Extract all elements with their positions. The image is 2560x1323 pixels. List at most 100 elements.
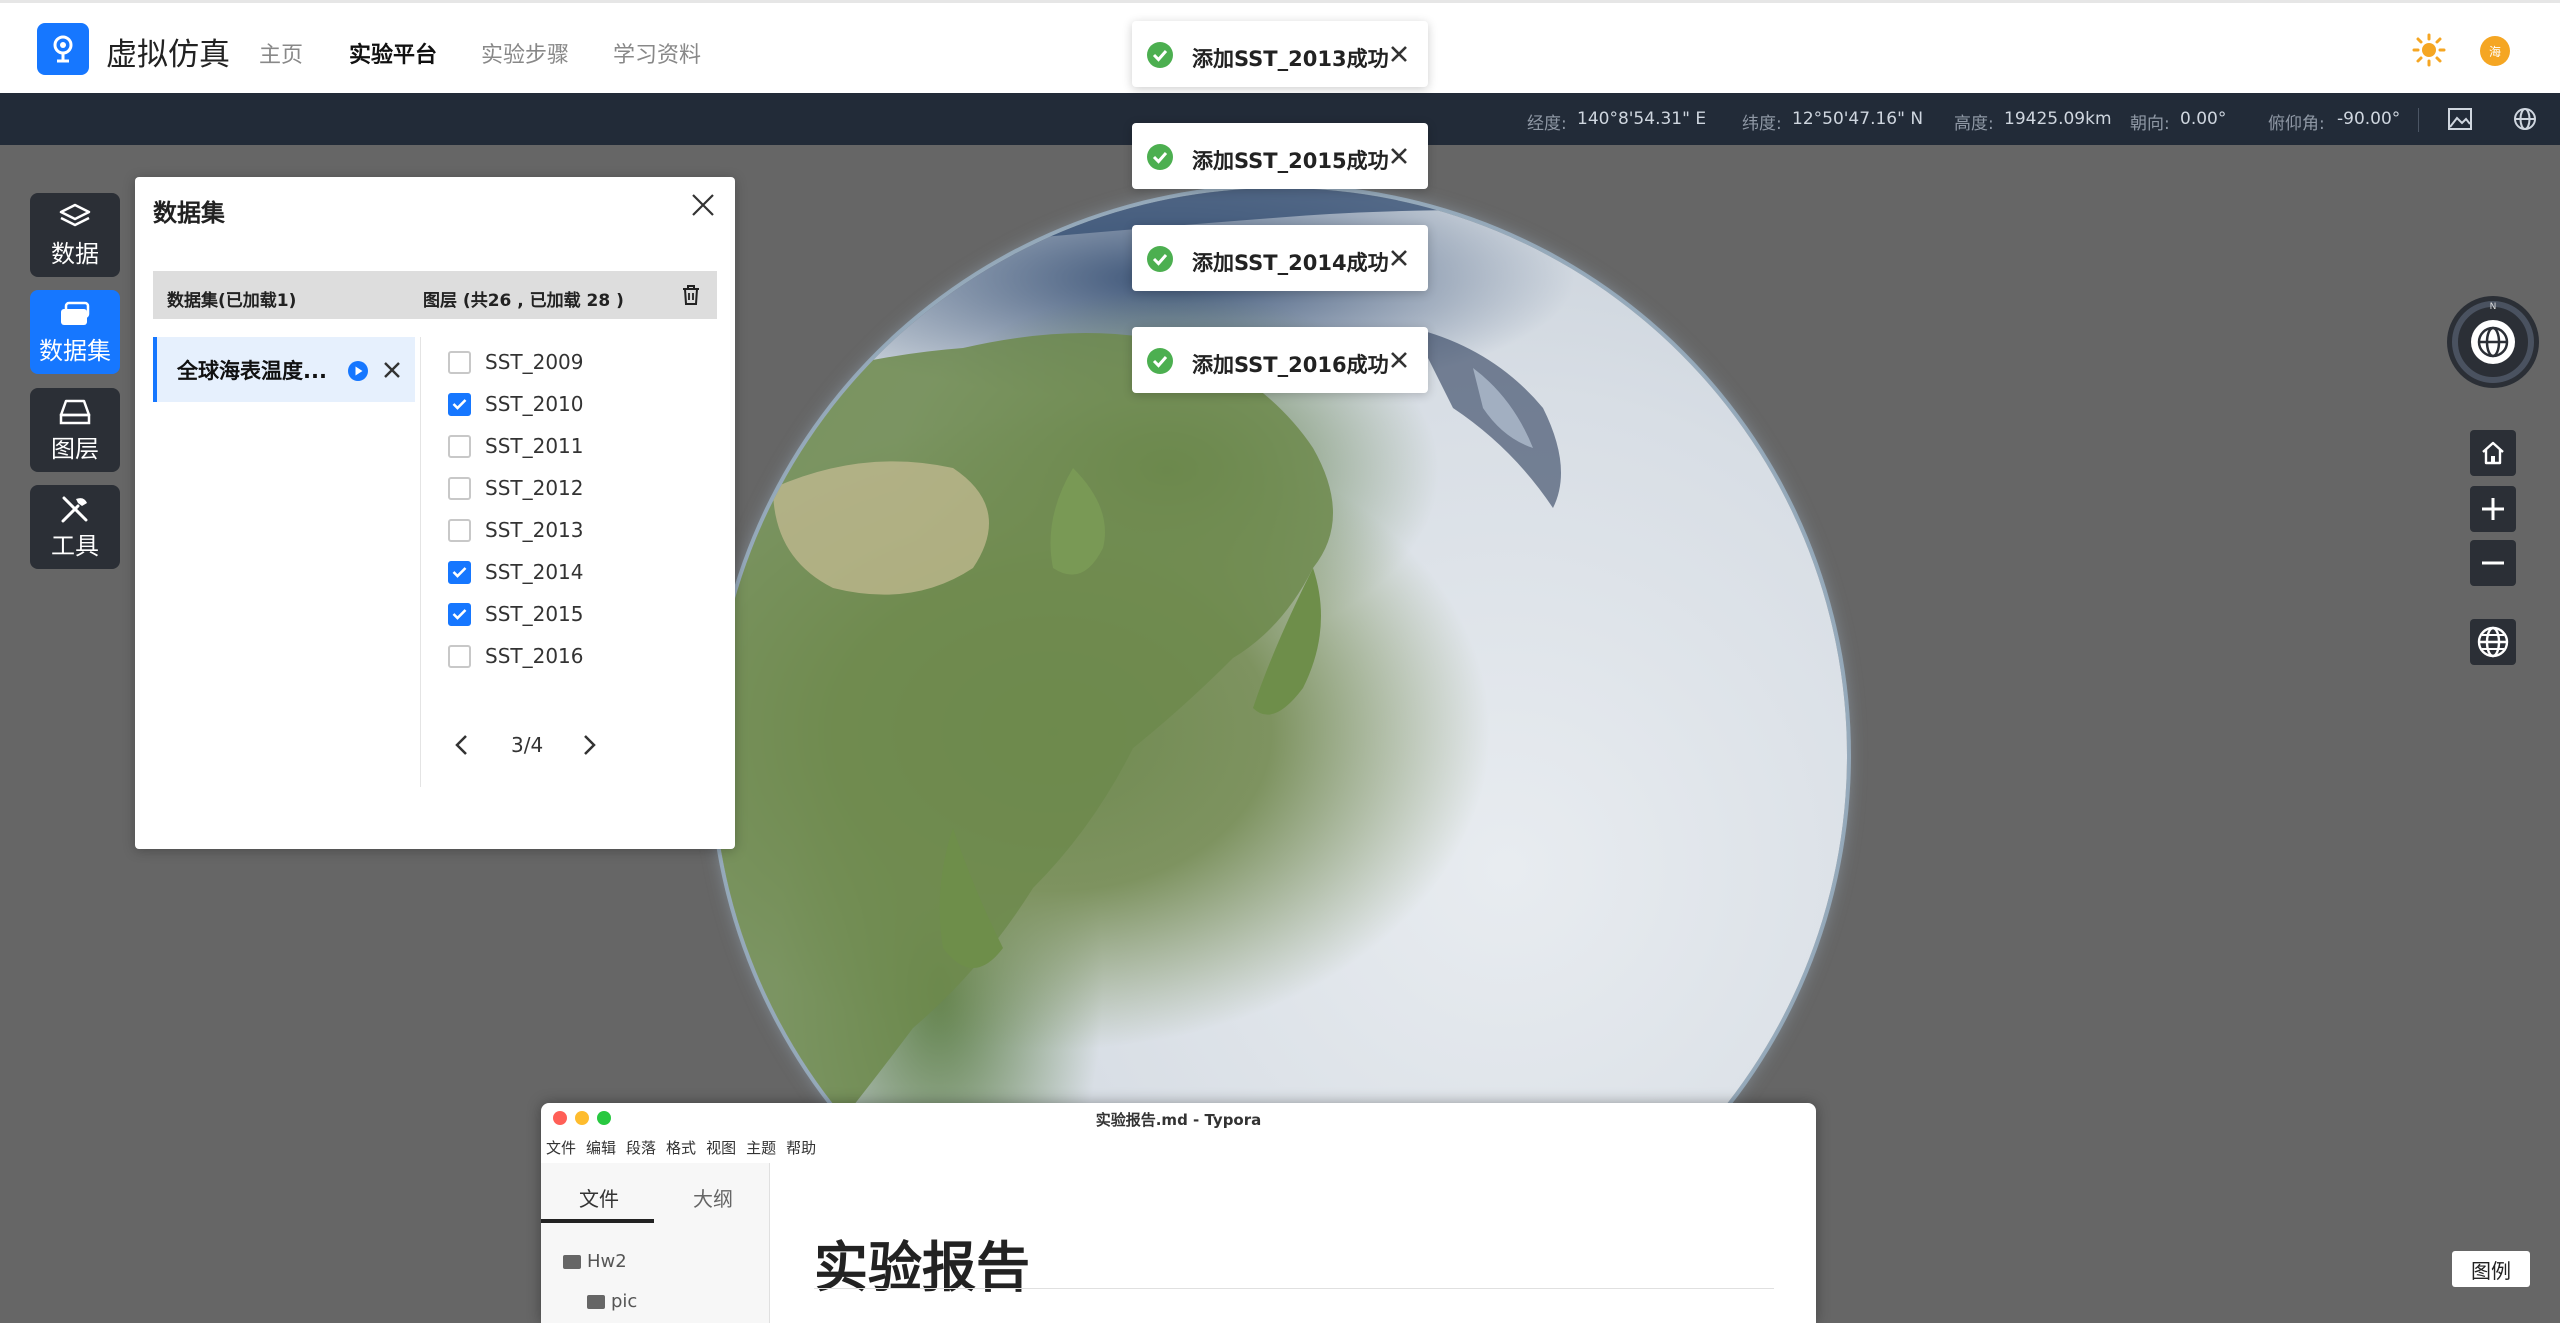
toolbar-data-button[interactable]: 数据	[30, 193, 120, 277]
close-icon[interactable]	[690, 192, 716, 218]
sun-icon[interactable]	[2412, 33, 2446, 67]
layer-label: SST_2010	[485, 392, 584, 416]
home-icon	[2482, 441, 2504, 465]
tree-folder-pic[interactable]: pic	[587, 1291, 637, 1312]
statusbar-divider	[2418, 108, 2419, 132]
check-icon	[452, 567, 467, 578]
nav-home[interactable]: 主页	[259, 37, 303, 69]
globe-mode-button[interactable]	[2470, 619, 2516, 665]
layer-label: SST_2009	[485, 350, 584, 374]
layer-item-sst-2013[interactable]: SST_2013	[448, 515, 584, 545]
nav-experiment-steps[interactable]: 实验步骤	[481, 37, 569, 69]
layer-tray-icon	[59, 399, 91, 424]
menu-edit[interactable]: 编辑	[586, 1137, 616, 1158]
layer-item-sst-2016[interactable]: SST_2016	[448, 641, 584, 671]
toast-message: 添加SST_2014成功	[1192, 251, 1389, 275]
layer-checkbox[interactable]	[448, 434, 471, 458]
layer-label: SST_2011	[485, 434, 584, 458]
layer-checkbox[interactable]	[448, 602, 471, 626]
image-icon[interactable]	[2447, 106, 2473, 132]
heading-value: 0.00°	[2180, 109, 2227, 129]
tree-folder-hw2[interactable]: Hw2	[563, 1251, 627, 1272]
active-tab-indicator	[541, 1219, 654, 1223]
check-icon	[452, 399, 467, 410]
home-view-button[interactable]	[2470, 430, 2516, 476]
height-value: 19425.09km	[2004, 109, 2112, 129]
document-heading[interactable]: 实验报告	[814, 1223, 1030, 1302]
layer-checkbox[interactable]	[448, 350, 471, 374]
layer-checkbox[interactable]	[448, 392, 471, 416]
layers-icon	[59, 203, 91, 226]
tree-folder-label: pic	[611, 1291, 638, 1312]
tab-files[interactable]: 文件	[579, 1183, 619, 1212]
compass-control[interactable]: N	[2447, 296, 2539, 388]
layer-label: SST_2015	[485, 602, 584, 626]
app-logo[interactable]	[37, 23, 89, 75]
menu-file[interactable]: 文件	[546, 1137, 576, 1158]
folder-icon	[563, 1254, 581, 1269]
globe-icon[interactable]	[2512, 106, 2538, 132]
menu-format[interactable]: 格式	[666, 1137, 696, 1158]
user-avatar[interactable]: 海	[2480, 36, 2510, 66]
dataset-list-item[interactable]: 全球海表温度...	[153, 337, 415, 402]
layer-label: SST_2012	[485, 476, 584, 500]
pager-indicator: 3/4	[511, 733, 544, 757]
height-label: 高度:	[1954, 114, 1994, 134]
remove-dataset-icon[interactable]	[381, 359, 403, 381]
layer-item-sst-2010[interactable]: SST_2010	[448, 389, 584, 419]
panel-header: 数据集(已加载1) 图层 (共26 , 已加载 28 )	[153, 271, 717, 319]
layer-item-sst-2014[interactable]: SST_2014	[448, 557, 584, 587]
close-icon[interactable]	[1388, 349, 1410, 371]
toolbar-layer-label: 图层	[51, 434, 99, 463]
menu-theme[interactable]: 主题	[746, 1137, 776, 1158]
layer-checkbox[interactable]	[448, 560, 471, 584]
close-icon[interactable]	[1388, 145, 1410, 167]
toolbar-tools-label: 工具	[51, 531, 99, 560]
toast-notification: 添加SST_2015成功	[1132, 123, 1428, 189]
chevron-right-icon[interactable]	[578, 732, 600, 758]
layer-item-sst-2011[interactable]: SST_2011	[448, 431, 584, 461]
success-check-icon	[1147, 246, 1173, 272]
toolbar-data-label: 数据	[51, 239, 99, 268]
toolbar-dataset-button[interactable]: 数据集	[30, 290, 120, 374]
toast-message: 添加SST_2015成功	[1192, 149, 1389, 173]
panel-title: 数据集	[153, 199, 225, 227]
dataset-icon	[61, 301, 90, 325]
nav-learning-materials[interactable]: 学习资料	[613, 37, 701, 69]
toast-message: 添加SST_2016成功	[1192, 353, 1389, 377]
toolbar-layer-button[interactable]: 图层	[30, 388, 120, 472]
layer-item-sst-2012[interactable]: SST_2012	[448, 473, 584, 503]
layer-checkbox[interactable]	[448, 476, 471, 500]
close-icon[interactable]	[1388, 43, 1410, 65]
success-check-icon	[1147, 348, 1173, 374]
chevron-left-icon[interactable]	[451, 732, 473, 758]
globe-icon	[2477, 626, 2509, 658]
dataset-name: 全球海表温度...	[177, 359, 327, 383]
typora-window: 实验报告.md - Typora 文件 编辑 段落 格式 视图 主题 帮助 文件…	[541, 1103, 1816, 1323]
nav-experiment-platform[interactable]: 实验平台	[349, 37, 437, 69]
layer-checkbox[interactable]	[448, 644, 471, 668]
menu-view[interactable]: 视图	[706, 1137, 736, 1158]
pitch-value: -90.00°	[2337, 109, 2401, 129]
toolbar-tools-button[interactable]: 工具	[30, 485, 120, 569]
close-icon[interactable]	[1388, 247, 1410, 269]
zoom-in-button[interactable]	[2470, 486, 2516, 532]
play-icon[interactable]	[347, 360, 369, 382]
layer-label: SST_2016	[485, 644, 584, 668]
layer-checkbox[interactable]	[448, 518, 471, 542]
panel-divider	[420, 337, 421, 787]
typora-titlebar: 实验报告.md - Typora	[541, 1103, 1816, 1133]
legend-button[interactable]: 图例	[2452, 1251, 2530, 1287]
trash-icon[interactable]	[680, 283, 702, 307]
tools-icon	[61, 496, 88, 522]
tab-outline[interactable]: 大纲	[693, 1183, 733, 1212]
layer-item-sst-2015[interactable]: SST_2015	[448, 599, 584, 629]
menu-paragraph[interactable]: 段落	[626, 1137, 656, 1158]
layer-item-sst-2009[interactable]: SST_2009	[448, 347, 584, 377]
toolbar-dataset-label: 数据集	[39, 336, 111, 365]
zoom-out-button[interactable]	[2470, 540, 2516, 586]
success-check-icon	[1147, 42, 1173, 68]
menu-help[interactable]: 帮助	[786, 1137, 816, 1158]
typora-sidebar: 文件 大纲 Hw2 pic	[541, 1163, 770, 1323]
minus-icon	[2482, 561, 2504, 565]
